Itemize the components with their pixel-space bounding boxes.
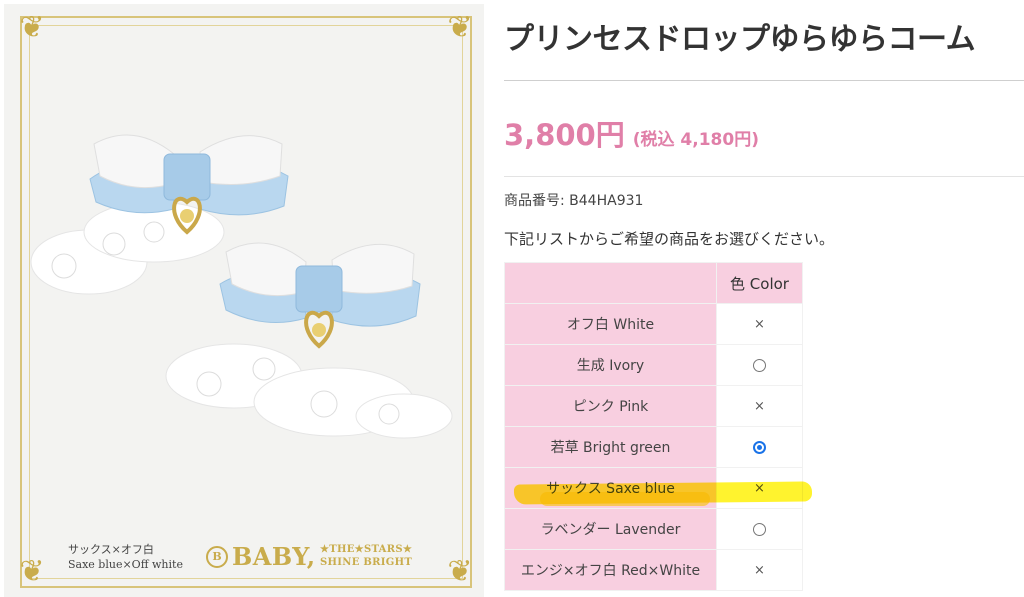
hair-comb-illustration xyxy=(30,134,453,439)
table-row: ピンク Pink × xyxy=(504,385,803,427)
variant-label: 生成 Ivory xyxy=(504,344,717,386)
sku-row: 商品番号: B44HA931 xyxy=(504,190,643,210)
soldout-mark: × xyxy=(716,303,803,345)
caption-jp: サックス×オフ白 xyxy=(68,543,154,556)
sku-value: B44HA931 xyxy=(569,193,644,209)
soldout-mark: × xyxy=(716,385,803,427)
variant-choice-cell xyxy=(716,508,803,550)
brand-emblem-icon: B xyxy=(206,546,228,568)
variant-label: サックス Saxe blue xyxy=(504,467,717,509)
image-caption: サックス×オフ白 Saxe blue×Off white xyxy=(68,542,183,572)
table-row: ラベンダー Lavender xyxy=(504,508,803,550)
variant-label: ラベンダー Lavender xyxy=(504,508,717,550)
variant-label: 若草 Bright green xyxy=(504,426,717,468)
brand-sub-line1: ★THE★STARS★ xyxy=(320,544,413,555)
table-row: オフ白 White × xyxy=(504,303,803,345)
variant-choice-cell xyxy=(716,426,803,468)
price-divider xyxy=(504,176,1024,177)
table-row: サックス Saxe blue × xyxy=(504,467,803,509)
variant-label: エンジ×オフ白 Red×White xyxy=(504,549,717,591)
header-color: 色 Color xyxy=(716,262,803,304)
header-empty-cell xyxy=(504,262,717,304)
table-row: エンジ×オフ白 Red×White × xyxy=(504,549,803,591)
lace-comb xyxy=(165,343,453,439)
brand-logo: B BABY, ★THE★STARS★ SHINE BRIGHT xyxy=(202,540,418,576)
selection-instruction: 下記リストからご希望の商品をお選びください。 xyxy=(504,230,835,248)
lace-comb xyxy=(30,201,225,295)
table-row: 生成 Ivory xyxy=(504,344,803,386)
brand-sub-line2: SHINE BRIGHT xyxy=(320,557,413,568)
variant-radio-lavender[interactable] xyxy=(753,522,766,536)
product-title: プリンセスドロップゆらゆらコーム xyxy=(504,22,976,57)
soldout-mark: × xyxy=(716,467,803,509)
variant-choice-cell xyxy=(716,344,803,386)
table-header-row: 色 Color xyxy=(504,262,803,304)
variant-radio-ivory[interactable] xyxy=(753,358,766,372)
soldout-mark: × xyxy=(716,549,803,591)
variant-radio-bright-green[interactable] xyxy=(753,440,766,454)
variant-table: 色 Color オフ白 White × 生成 Ivory ピンク Pink × … xyxy=(504,262,803,591)
price-row: 3,800円 (税込 4,180円) xyxy=(504,112,759,154)
bow-bottom xyxy=(219,242,421,349)
variant-label: オフ白 White xyxy=(504,303,717,345)
variant-label: ピンク Pink xyxy=(504,385,717,427)
table-row: 若草 Bright green xyxy=(504,426,803,468)
caption-en: Saxe blue×Off white xyxy=(68,558,183,571)
brand-main-text: BABY, xyxy=(232,542,316,571)
title-divider xyxy=(504,80,1024,81)
brand-sub-text: ★THE★STARS★ SHINE BRIGHT xyxy=(320,543,412,569)
product-image: ❦ ❦ ❦ ❦ サックス×オフ白 Saxe blue×Off white B B… xyxy=(4,4,484,597)
sku-label: 商品番号: xyxy=(504,193,565,209)
price: 3,800円 xyxy=(504,118,625,152)
price-with-tax: (税込 4,180円) xyxy=(632,130,759,150)
